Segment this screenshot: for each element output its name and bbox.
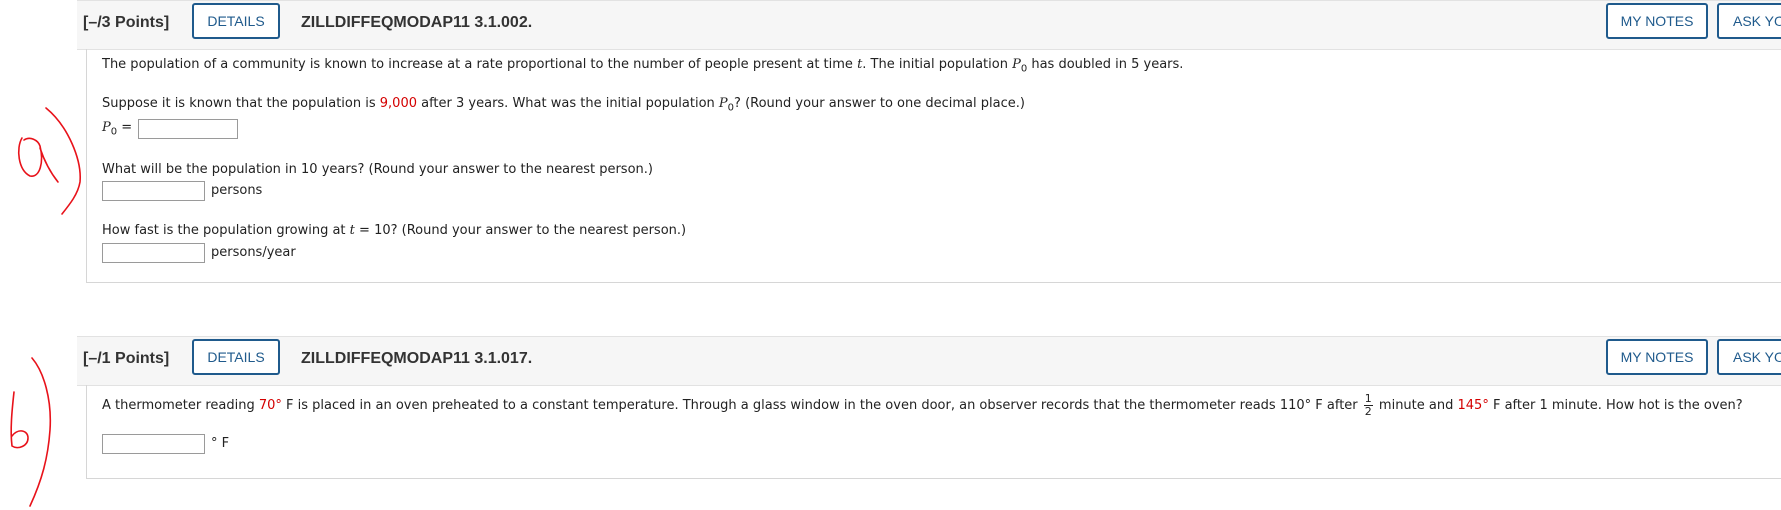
part-c-prompt: How fast is the population growing at t …	[102, 223, 687, 238]
handwritten-bracket-2	[29, 357, 52, 507]
persons-unit: persons	[211, 183, 263, 198]
question-id: ZILLDIFFEQMODAP11 3.1.017.	[301, 350, 533, 367]
part-b-prompt: What will be the population in 10 years?…	[102, 162, 653, 177]
part-a-prompt: Suppose it is known that the population …	[102, 96, 1025, 114]
population-10-years-input[interactable]	[102, 181, 205, 201]
oven-temperature-input[interactable]	[102, 434, 205, 454]
details-button[interactable]: DETAILS	[192, 3, 280, 39]
growth-rate-input[interactable]	[102, 243, 205, 263]
handwritten-annotations	[10, 107, 81, 507]
ask-your-teacher-button[interactable]: ASK YO	[1717, 339, 1781, 375]
my-notes-button[interactable]: MY NOTES	[1606, 339, 1708, 375]
problem-intro: The population of a community is known t…	[102, 57, 1184, 75]
question-body-1: The population of a community is known t…	[86, 49, 1781, 283]
details-button[interactable]: DETAILS	[192, 339, 280, 375]
persons-per-year-unit: persons/year	[211, 245, 296, 260]
points-label: [–/1 Points]	[83, 350, 170, 367]
p0-input[interactable]	[138, 119, 238, 139]
handwritten-b-mark	[10, 391, 29, 449]
handwritten-a-mark	[17, 137, 59, 183]
question-header-2: [–/1 Points] DETAILS ZILLDIFFEQMODAP11 3…	[77, 336, 1781, 386]
ask-your-teacher-button[interactable]: ASK YO	[1717, 3, 1781, 39]
my-notes-button[interactable]: MY NOTES	[1606, 3, 1708, 39]
question-header-1: [–/3 Points] DETAILS ZILLDIFFEQMODAP11 3…	[77, 0, 1781, 50]
degrees-f-unit: ° F	[211, 436, 230, 451]
question-body-2: A thermometer reading 70° F is placed in…	[86, 385, 1781, 479]
thermometer-problem-text: A thermometer reading 70° F is placed in…	[102, 392, 1743, 418]
one-half-fraction: 12	[1363, 392, 1373, 418]
p0-label: P0 =	[102, 120, 133, 138]
question-id: ZILLDIFFEQMODAP11 3.1.002.	[301, 14, 533, 31]
handwritten-bracket-1	[45, 107, 81, 215]
points-label: [–/3 Points]	[83, 14, 170, 31]
